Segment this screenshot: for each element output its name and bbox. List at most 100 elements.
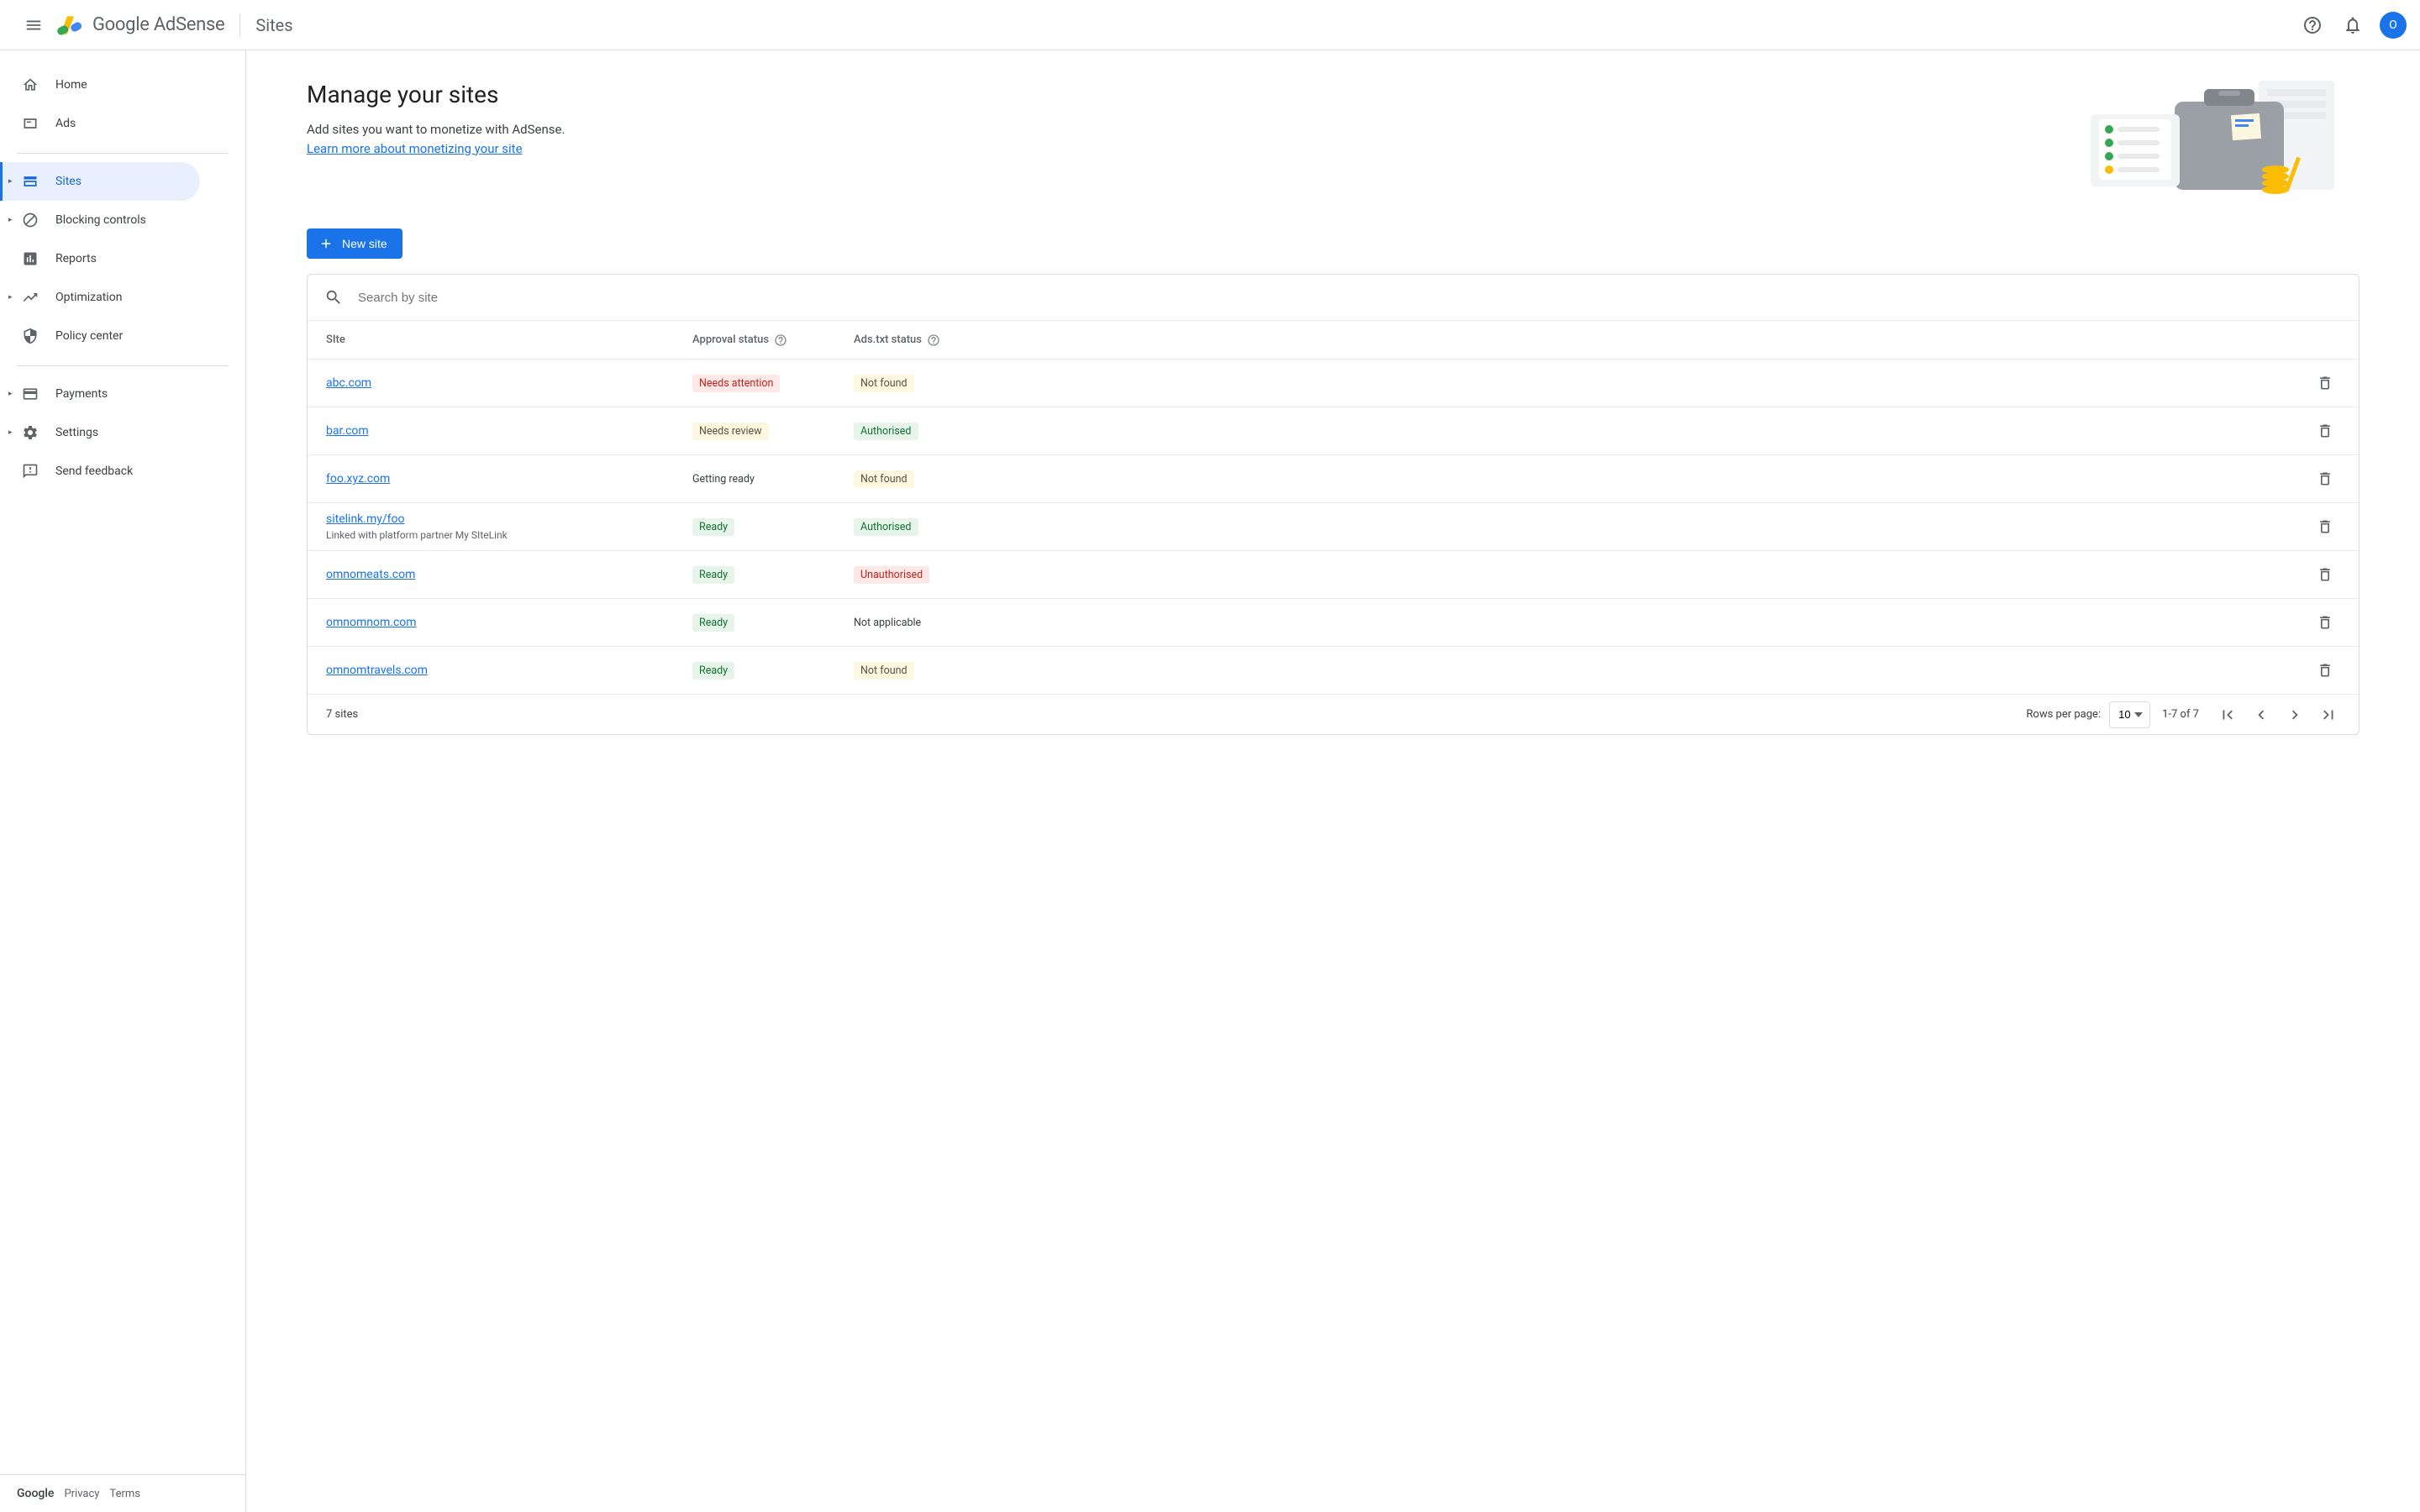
row-count: 7 sites xyxy=(321,708,358,721)
trash-icon xyxy=(2317,423,2333,439)
adstxt-status-badge: Unauthorised xyxy=(854,566,929,584)
trash-icon xyxy=(2317,614,2333,631)
caret-icon: ▸ xyxy=(8,428,13,437)
page-range: 1-7 of 7 xyxy=(2162,708,2199,721)
header-divider xyxy=(239,13,240,37)
new-site-button[interactable]: New site xyxy=(307,228,402,259)
plus-icon xyxy=(318,236,334,251)
sidebar-item-home[interactable]: Home xyxy=(0,66,200,104)
site-link[interactable]: omnomeats.com xyxy=(326,568,415,581)
help-icon[interactable] xyxy=(774,333,787,347)
adstxt-status-badge: Authorised xyxy=(854,423,918,440)
table-footer: 7 sites Rows per page: 10 1-7 of 7 xyxy=(308,694,2359,734)
adstxt-status-badge: Not found xyxy=(854,662,914,680)
sidebar-item-policy-center[interactable]: Policy center xyxy=(0,317,200,355)
card-icon xyxy=(22,386,39,402)
sidebar-item-settings[interactable]: ▸ Settings xyxy=(0,413,200,452)
adstxt-status-badge: Authorised xyxy=(854,518,918,536)
sidebar-item-blocking-controls[interactable]: ▸ Blocking controls xyxy=(0,201,200,239)
sites-icon xyxy=(22,173,39,190)
product-logo[interactable]: Google AdSense xyxy=(57,12,224,39)
sidebar-footer: Google Privacy Terms xyxy=(0,1474,245,1512)
sidebar-item-label: Reports xyxy=(55,252,97,265)
approval-status-badge: Needs review xyxy=(692,423,769,440)
search-input[interactable] xyxy=(358,291,2342,305)
header-section-title: Sites xyxy=(255,15,292,35)
trash-icon xyxy=(2317,566,2333,583)
footer-google-logo: Google xyxy=(17,1487,54,1500)
trending-icon xyxy=(22,289,39,306)
main-content: Manage your sites Add sites you want to … xyxy=(246,50,2420,1512)
site-link[interactable]: omnomtravels.com xyxy=(326,664,428,677)
search-icon xyxy=(324,288,343,307)
column-header-site: SIte xyxy=(326,333,692,346)
account-avatar[interactable]: O xyxy=(2380,12,2407,39)
footer-terms-link[interactable]: Terms xyxy=(109,1488,140,1500)
last-page-icon xyxy=(2319,706,2338,724)
notifications-button[interactable] xyxy=(2336,8,2370,42)
hero-illustration xyxy=(2091,81,2360,198)
site-link[interactable]: abc.com xyxy=(326,376,371,390)
learn-more-link[interactable]: Learn more about monetizing your site xyxy=(307,141,523,156)
chevron-left-icon xyxy=(2252,706,2270,724)
trash-icon xyxy=(2317,518,2333,535)
table-row: abc.com Needs attention Not found xyxy=(308,359,2359,407)
delete-button[interactable] xyxy=(2310,559,2340,590)
last-page-button[interactable] xyxy=(2312,698,2345,732)
ads-icon xyxy=(22,115,39,132)
help-icon xyxy=(2302,15,2323,35)
hero-section: Manage your sites Add sites you want to … xyxy=(307,81,2360,198)
hamburger-menu-button[interactable] xyxy=(13,5,54,45)
sidebar-item-optimization[interactable]: ▸ Optimization xyxy=(0,278,200,317)
approval-status-badge: Needs attention xyxy=(692,375,780,392)
trash-icon xyxy=(2317,470,2333,487)
footer-privacy-link[interactable]: Privacy xyxy=(64,1488,99,1500)
delete-button[interactable] xyxy=(2310,464,2340,494)
sidebar-item-send-feedback[interactable]: Send feedback xyxy=(0,452,200,491)
adsense-logo-icon xyxy=(57,12,84,39)
caret-icon: ▸ xyxy=(8,293,13,302)
first-page-button[interactable] xyxy=(2211,698,2244,732)
site-link[interactable]: foo.xyz.com xyxy=(326,472,390,486)
trash-icon xyxy=(2317,662,2333,679)
page-subtitle: Add sites you want to monetize with AdSe… xyxy=(307,120,565,158)
gear-icon xyxy=(22,424,39,441)
delete-button[interactable] xyxy=(2310,512,2340,542)
sidebar-item-label: Home xyxy=(55,78,87,92)
nav-divider xyxy=(17,365,229,366)
sidebar-item-label: Blocking controls xyxy=(55,213,146,227)
site-subtitle: Linked with platform partner My SIteLink xyxy=(326,529,692,541)
page-title: Manage your sites xyxy=(307,81,565,108)
site-link[interactable]: omnomnom.com xyxy=(326,616,417,629)
sidebar-item-reports[interactable]: Reports xyxy=(0,239,200,278)
site-link[interactable]: bar.com xyxy=(326,424,369,438)
block-icon xyxy=(22,212,39,228)
menu-icon xyxy=(24,16,43,34)
nav-divider xyxy=(17,153,229,154)
delete-button[interactable] xyxy=(2310,655,2340,685)
approval-status-badge: Getting ready xyxy=(692,470,761,488)
sidebar-item-label: Ads xyxy=(55,117,76,130)
table-row: omnomeats.com Ready Unauthorised xyxy=(308,550,2359,598)
sidebar-item-sites[interactable]: ▸ Sites xyxy=(0,162,200,201)
delete-button[interactable] xyxy=(2310,416,2340,446)
rows-per-page-select[interactable]: 10 xyxy=(2109,701,2150,728)
prev-page-button[interactable] xyxy=(2244,698,2278,732)
product-name: Google AdSense xyxy=(92,14,224,35)
site-link[interactable]: sitelink.my/foo xyxy=(326,512,404,526)
trash-icon xyxy=(2317,375,2333,391)
column-header-approval: Approval status xyxy=(692,333,854,347)
help-button[interactable] xyxy=(2296,8,2329,42)
approval-status-badge: Ready xyxy=(692,518,734,536)
adstxt-status-badge: Not found xyxy=(854,470,914,488)
sidebar-item-payments[interactable]: ▸ Payments xyxy=(0,375,200,413)
delete-button[interactable] xyxy=(2310,607,2340,638)
sidebar-item-ads[interactable]: Ads xyxy=(0,104,200,143)
delete-button[interactable] xyxy=(2310,368,2340,398)
next-page-button[interactable] xyxy=(2278,698,2312,732)
rows-per-page: Rows per page: 10 xyxy=(2026,701,2150,728)
help-icon[interactable] xyxy=(927,333,940,347)
caret-icon: ▸ xyxy=(8,390,13,398)
chevron-right-icon xyxy=(2286,706,2304,724)
table-header: SIte Approval status Ads.txt status xyxy=(308,320,2359,359)
